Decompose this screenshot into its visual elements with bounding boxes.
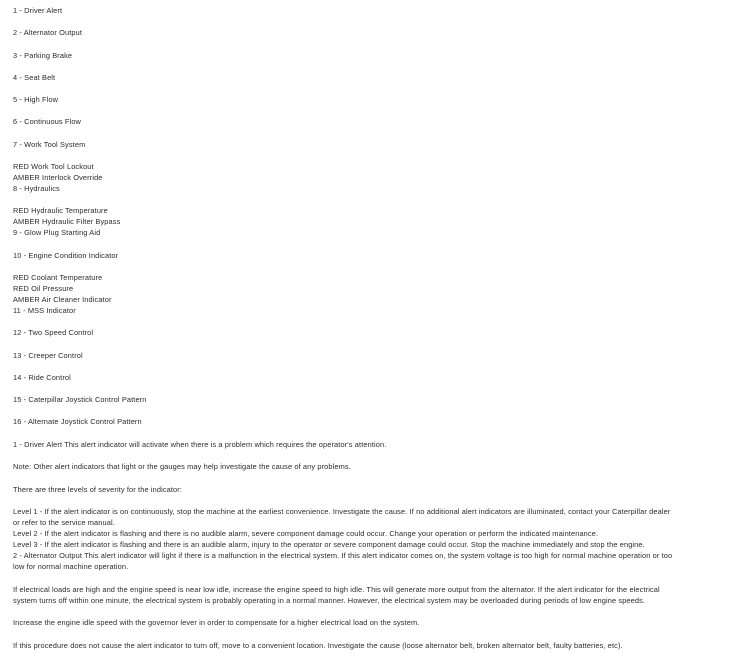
- list-item: 14 - Ride Control: [13, 372, 71, 382]
- indicator-group-work-tool: RED Work Tool Lockout AMBER Interlock Ov…: [13, 161, 745, 194]
- severity-level-line: Level 2 - If the alert indicator is flas…: [13, 529, 599, 539]
- list-item: 7 - Work Tool System: [13, 139, 86, 149]
- alternator-paragraph-1: If electrical loads are high and the eng…: [13, 584, 745, 606]
- alternator-paragraph-3: If this procedure does not cause the ale…: [13, 640, 623, 650]
- driver-alert-heading-paragraph: 1 - Driver Alert This alert indicator wi…: [13, 439, 387, 449]
- list-item: 6 - Continuous Flow: [13, 117, 82, 127]
- legend-line: RED Hydraulic Temperature: [13, 206, 108, 216]
- legend-line: RED Oil Pressure: [13, 283, 74, 293]
- legend-line: AMBER Air Cleaner Indicator: [13, 294, 112, 304]
- indicator-group-engine: RED Coolant Temperature RED Oil Pressure…: [13, 272, 745, 316]
- alternator-output-line: 2 - Alternator Output This alert indicat…: [13, 551, 673, 561]
- list-item: 5 - High Flow: [13, 95, 59, 105]
- indicator-group-hydraulics: RED Hydraulic Temperature AMBER Hydrauli…: [13, 205, 745, 238]
- severity-levels-block: Level 1 - If the alert indicator is on c…: [13, 506, 745, 572]
- list-item: 16 - Alternate Joystick Control Pattern: [13, 417, 142, 427]
- list-item: 13 - Creeper Control: [13, 350, 83, 360]
- alternator-paragraph-2: Increase the engine idle speed with the …: [13, 618, 420, 628]
- list-item: 4 - Seat Belt: [13, 72, 56, 82]
- list-item: 12 - Two Speed Control: [13, 328, 94, 338]
- list-item: 11 - MSS Indicator: [13, 305, 76, 315]
- list-item: 2 - Alternator Output: [13, 28, 83, 38]
- legend-line: AMBER Interlock Override: [13, 173, 103, 183]
- legend-line: RED Coolant Temperature: [13, 272, 103, 282]
- legend-line: RED Work Tool Lockout: [13, 162, 94, 172]
- list-item: 8 - Hydraulics: [13, 184, 60, 194]
- legend-line: AMBER Hydraulic Filter Bypass: [13, 217, 121, 227]
- document-body: 1 - Driver Alert 2 - Alternator Output 3…: [0, 0, 745, 651]
- list-item: 1 - Driver Alert: [13, 6, 63, 15]
- list-item: 10 - Engine Condition Indicator: [13, 250, 119, 260]
- severity-level-line: Level 3 - If the alert indicator is flas…: [13, 540, 645, 550]
- list-item: 9 - Glow Plug Starting Aid: [13, 228, 101, 238]
- alternator-output-line: low for normal machine operation.: [13, 562, 129, 572]
- severity-level-line: or refer to the service manual.: [13, 518, 115, 528]
- list-item: 15 - Caterpillar Joystick Control Patter…: [13, 395, 147, 405]
- list-item: 3 - Parking Brake: [13, 50, 73, 60]
- severity-intro: There are three levels of severity for t…: [13, 484, 183, 494]
- paragraph-line: system turns off within one minute, the …: [13, 595, 646, 605]
- severity-level-line: Level 1 - If the alert indicator is on c…: [13, 507, 671, 517]
- paragraph-line: If electrical loads are high and the eng…: [13, 584, 660, 594]
- driver-alert-note: Note: Other alert indicators that light …: [13, 462, 351, 472]
